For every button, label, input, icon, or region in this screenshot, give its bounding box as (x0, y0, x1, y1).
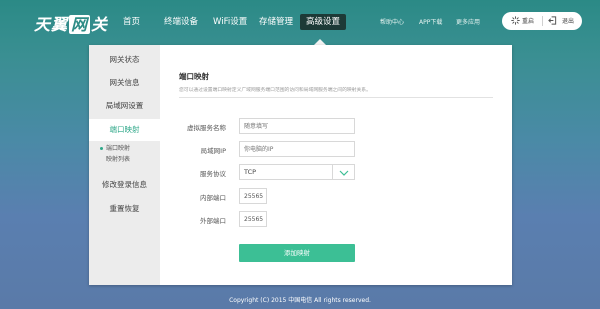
logout-icon (548, 16, 557, 25)
chevron-down-icon (332, 165, 354, 179)
top-bar: 天翼网关 首页 终端设备 WiFi设置 存储管理 高级设置 帮助中心 APP下载… (0, 0, 600, 45)
page-title: 端口映射 (179, 72, 209, 81)
internal-port-label: 内部端口 (200, 194, 226, 202)
restart-icon (511, 16, 520, 25)
lan-ip-label: 局域网IP (200, 147, 226, 155)
sidebar-subitem-mapping-list[interactable]: 映射列表 (106, 154, 130, 163)
link-help-center[interactable]: 帮助中心 (380, 17, 404, 26)
sidebar-item-reset[interactable]: 重置恢复 (89, 198, 160, 220)
external-port-label: 外部端口 (200, 217, 226, 225)
brand-text-pre: 天翼 (34, 15, 69, 34)
nav-home[interactable]: 首页 (123, 14, 140, 30)
sidebar: 网关状态 网关信息 局域网设置 端口映射 端口映射 映射列表 修改登录信息 重置… (89, 45, 160, 285)
protocol-select[interactable]: TCP (239, 164, 355, 180)
nav-storage[interactable]: 存储管理 (259, 14, 293, 30)
divider (179, 97, 493, 98)
sidebar-subitem-port-mapping[interactable]: 端口映射 (100, 143, 130, 152)
protocol-label: 服务协议 (200, 170, 226, 178)
action-pill: 重启 退出 (502, 12, 582, 30)
brand-text-post: 关 (91, 15, 109, 34)
brand-logo[interactable]: 天翼网关 (34, 11, 108, 35)
link-more-apps[interactable]: 更多应用 (456, 17, 480, 26)
add-mapping-button[interactable]: 添加映射 (239, 244, 355, 262)
restart-button[interactable]: 重启 (522, 16, 534, 25)
link-app-download[interactable]: APP下载 (419, 17, 442, 26)
nav-advanced[interactable]: 高级设置 (300, 14, 347, 30)
lan-ip-input[interactable] (239, 141, 355, 157)
external-port-input[interactable] (239, 211, 267, 227)
sidebar-item-lan-settings[interactable]: 局域网设置 (89, 95, 160, 117)
internal-port-input[interactable] (239, 188, 267, 204)
brand-text-badge: 网 (69, 15, 91, 34)
protocol-value: TCP (244, 168, 257, 176)
action-divider (542, 16, 543, 26)
service-name-label: 虚拟服务名称 (187, 124, 226, 132)
service-name-input[interactable] (239, 118, 355, 134)
sidebar-subitem-label: 端口映射 (106, 145, 131, 152)
active-dot-icon (100, 147, 103, 150)
sidebar-item-change-login[interactable]: 修改登录信息 (89, 174, 160, 196)
sidebar-item-gateway-info[interactable]: 网关信息 (89, 72, 160, 94)
logout-button[interactable]: 退出 (562, 16, 574, 25)
sidebar-item-gateway-status[interactable]: 网关状态 (89, 49, 160, 71)
footer-copyright: Copyright (C) 2015 中国电信 All rights reser… (229, 297, 371, 304)
settings-panel: 网关状态 网关信息 局域网设置 端口映射 端口映射 映射列表 修改登录信息 重置… (89, 45, 512, 285)
sidebar-item-port-mapping[interactable]: 端口映射 (89, 119, 160, 141)
page-description: 您可以通过设置端口映射定义广域网服务端口范围的访问和局域网服务端之间的映射关系。 (179, 88, 371, 93)
nav-wifi[interactable]: WiFi设置 (213, 14, 247, 30)
nav-devices[interactable]: 终端设备 (164, 14, 198, 30)
content-area: 端口映射 您可以通过设置端口映射定义广域网服务端口范围的访问和局域网服务端之间的… (160, 45, 512, 285)
